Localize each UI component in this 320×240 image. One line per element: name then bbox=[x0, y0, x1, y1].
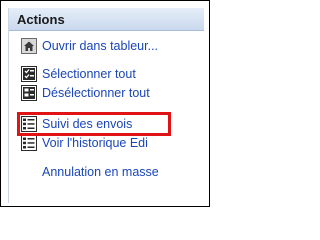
select-all-icon bbox=[21, 66, 37, 82]
action-label: Voir l'historique Edi bbox=[42, 136, 148, 150]
action-bulk-cancel[interactable]: Annulation en masse bbox=[42, 163, 159, 181]
action-label: Désélectionner tout bbox=[42, 86, 150, 100]
action-label: Annulation en masse bbox=[42, 165, 159, 179]
deselect-all-icon bbox=[21, 85, 37, 101]
action-select-all[interactable]: Sélectionner tout bbox=[21, 65, 136, 83]
action-open-in-spreadsheet[interactable]: Ouvrir dans tableur... bbox=[21, 37, 158, 55]
action-deselect-all[interactable]: Désélectionner tout bbox=[21, 84, 150, 102]
action-view-edi-history[interactable]: Voir l'historique Edi bbox=[21, 134, 148, 152]
action-label: Ouvrir dans tableur... bbox=[42, 39, 159, 53]
list-icon bbox=[21, 135, 37, 151]
action-label: Sélectionner tout bbox=[42, 67, 136, 81]
home-spreadsheet-icon bbox=[21, 38, 37, 54]
actions-title: Actions bbox=[17, 12, 65, 27]
actions-header: Actions bbox=[9, 8, 204, 31]
highlight-box bbox=[17, 112, 171, 136]
actions-panel: Actions Ouvrir dans tableur... Sélection… bbox=[8, 8, 205, 203]
window-frame: Actions Ouvrir dans tableur... Sélection… bbox=[0, 0, 210, 207]
